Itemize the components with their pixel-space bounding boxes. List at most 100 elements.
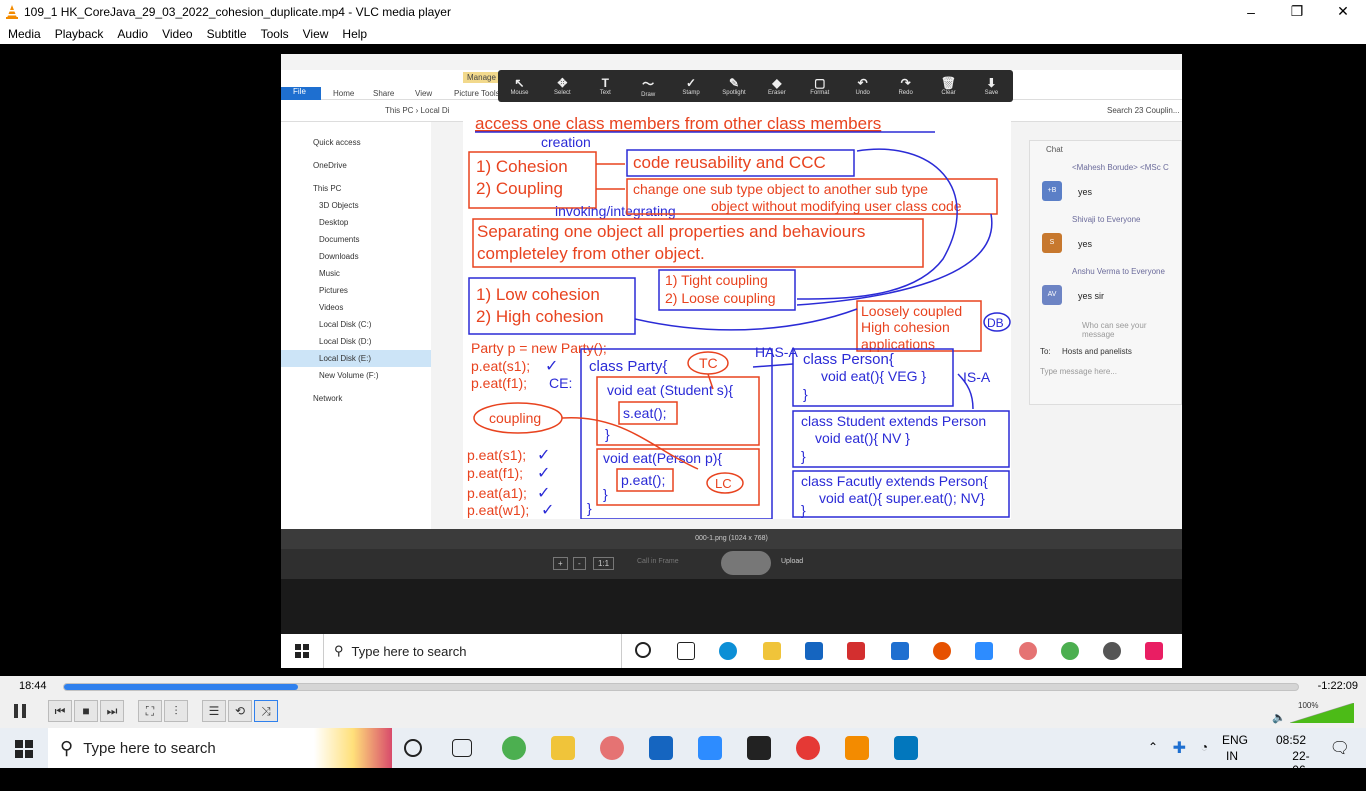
- check-3: ✓: [537, 465, 550, 482]
- nav-local-d: Local Disk (D:): [319, 337, 372, 346]
- chat-notice: Who can see your message: [1082, 321, 1147, 339]
- menu-playback[interactable]: Playback: [55, 27, 104, 41]
- snipping-tool-icon[interactable]: [600, 736, 624, 760]
- chat-from-2: Shivaji to Everyone: [1072, 215, 1141, 224]
- ribbon-picture-tools: Picture Tools: [454, 89, 500, 98]
- menu-help[interactable]: Help: [342, 27, 367, 41]
- has-a-label: HAS-A: [755, 344, 798, 360]
- separating-line-1: Separating one object all properties and…: [477, 222, 865, 241]
- recorder-icon[interactable]: [796, 736, 820, 760]
- fullscreen-button[interactable]: ⛶: [138, 700, 162, 722]
- next-icon: ⏭: [106, 703, 118, 718]
- tray-plus-icon[interactable]: ✚: [1173, 738, 1186, 758]
- menu-video[interactable]: Video: [162, 27, 192, 41]
- zoom-draw-tool: 〜 Draw: [641, 76, 656, 98]
- close-button[interactable]: ✕: [1320, 0, 1366, 23]
- nav-downloads: Downloads: [319, 252, 359, 261]
- menu-tools[interactable]: Tools: [261, 27, 289, 41]
- nav-network: Network: [313, 394, 343, 403]
- cohesion-link-curve: [634, 308, 858, 331]
- previous-button[interactable]: ⏮: [48, 700, 72, 722]
- peat-f1-b: p.eat(f1);: [467, 465, 523, 481]
- chat-placeholder: Type message here...: [1040, 367, 1117, 376]
- check-5: ✓: [541, 502, 554, 519]
- region-label[interactable]: IN: [1226, 749, 1238, 763]
- viewer-zoom-out: -: [573, 557, 586, 570]
- lc-label: LC: [715, 476, 732, 491]
- seek-bar[interactable]: [63, 683, 1299, 691]
- nav-local-e: Local Disk (E:): [281, 350, 431, 367]
- store-icon[interactable]: [649, 736, 673, 760]
- menu-media[interactable]: Media: [8, 27, 41, 41]
- change-line-1: change one sub type object to another su…: [633, 181, 928, 197]
- stop-button[interactable]: ■: [74, 700, 98, 722]
- menu-view[interactable]: View: [303, 27, 329, 41]
- notification-icon[interactable]: 🗨: [1330, 738, 1350, 758]
- image-file-label: 000-1.png (1024 x 768): [281, 529, 1182, 549]
- zoom-clear-tool: 🗑 Clear: [940, 76, 957, 96]
- windows-taskbar: ⚲ Type here to search ⌃ ✚ ◔ ENG IN 08:52…: [0, 728, 1366, 791]
- inner-chrome-icon: [1061, 642, 1079, 660]
- clock-time[interactable]: 08:52: [1276, 733, 1306, 747]
- zoom-icon[interactable]: [698, 736, 722, 760]
- clock-date[interactable]: 22-06-2022: [1292, 749, 1319, 791]
- chrome-icon[interactable]: [502, 736, 526, 760]
- stop-icon: ■: [82, 704, 90, 718]
- party-init: Party p = new Party();: [471, 340, 607, 356]
- check-4: ✓: [537, 485, 550, 502]
- class-student-label: class Student extends Person: [801, 413, 986, 429]
- next-button[interactable]: ⏭: [100, 700, 124, 722]
- remaining-time[interactable]: -1:22:09: [1318, 680, 1358, 692]
- elapsed-time: 18:44: [19, 680, 47, 692]
- pause-button[interactable]: [6, 698, 34, 724]
- shuffle-button[interactable]: ⤨: [254, 700, 278, 722]
- class-faculty-label: class Facutly extends Person{: [801, 473, 988, 489]
- explorer-search: Search 23 Couplin...: [1107, 106, 1180, 115]
- nav-pictures: Pictures: [319, 286, 348, 295]
- nav-quick-access: Quick access: [313, 138, 361, 147]
- loop-button[interactable]: ⟲: [228, 700, 252, 722]
- playlist-button[interactable]: ☰: [202, 700, 226, 722]
- shuffle-icon: ⤨: [261, 703, 271, 718]
- playlist-icon: ☰: [208, 704, 220, 718]
- maximize-button[interactable]: ❐: [1274, 0, 1320, 23]
- task-view-icon[interactable]: [452, 739, 472, 757]
- db-label: DB: [987, 316, 1004, 330]
- volume-slider[interactable]: [1290, 703, 1354, 723]
- nav-this-pc: This PC: [313, 184, 342, 193]
- inner-settings-icon: [1103, 642, 1121, 660]
- wifi-icon[interactable]: ◔: [1201, 740, 1208, 754]
- title-bar: 109_1 HK_CoreJava_29_03_2022_cohesion_du…: [0, 0, 1366, 23]
- lang-label[interactable]: ENG: [1222, 733, 1248, 747]
- inner-taskview-icon: [677, 642, 695, 660]
- minimize-button[interactable]: –: [1228, 0, 1274, 23]
- cortana-icon[interactable]: [404, 739, 422, 757]
- nv-method: void eat(){ NV }: [815, 430, 910, 446]
- photos-icon[interactable]: [894, 736, 918, 760]
- nav-music: Music: [319, 269, 340, 278]
- viewer-upload: Upload: [781, 558, 804, 565]
- file-explorer-icon[interactable]: [551, 736, 575, 760]
- menu-subtitle[interactable]: Subtitle: [207, 27, 247, 41]
- taskbar-search[interactable]: ⚲ Type here to search: [48, 728, 392, 768]
- high-cohesion-label: 2) High cohesion: [476, 307, 604, 326]
- nav-documents: Documents: [319, 235, 360, 244]
- inner-search-text: Type here to search: [351, 643, 467, 659]
- zoom-annotate-toolbar: ↖ Mouse ✥ Select T Text 〜 Draw ✓ Stamp ✎ Spotl…: [498, 70, 1013, 102]
- ribbon-file-tab: File: [281, 87, 321, 100]
- slide-diagram: access one class members from other clas…: [467, 114, 1011, 520]
- volume-control[interactable]: 🔈 100%: [1272, 701, 1358, 724]
- extended-settings-button[interactable]: ⫶: [164, 700, 188, 722]
- class-party-label: class Party{: [589, 358, 667, 375]
- coupling-oval-label: coupling: [489, 410, 541, 426]
- zoom-eraser-tool: ◆ Eraser: [768, 76, 786, 96]
- vlc-taskbar-icon[interactable]: [845, 736, 869, 760]
- windows-start-icon[interactable]: [15, 740, 33, 758]
- inner-snip-icon: [1019, 642, 1037, 660]
- video-area[interactable]: File Home Share View Picture Tools Manag…: [0, 44, 1366, 676]
- tray-chevron-icon[interactable]: ⌃: [1148, 740, 1158, 754]
- zoom-format-tool: ▢ Format: [810, 76, 830, 96]
- brace-4: }: [803, 386, 808, 402]
- sticky-app-icon[interactable]: [747, 736, 771, 760]
- menu-audio[interactable]: Audio: [117, 27, 148, 41]
